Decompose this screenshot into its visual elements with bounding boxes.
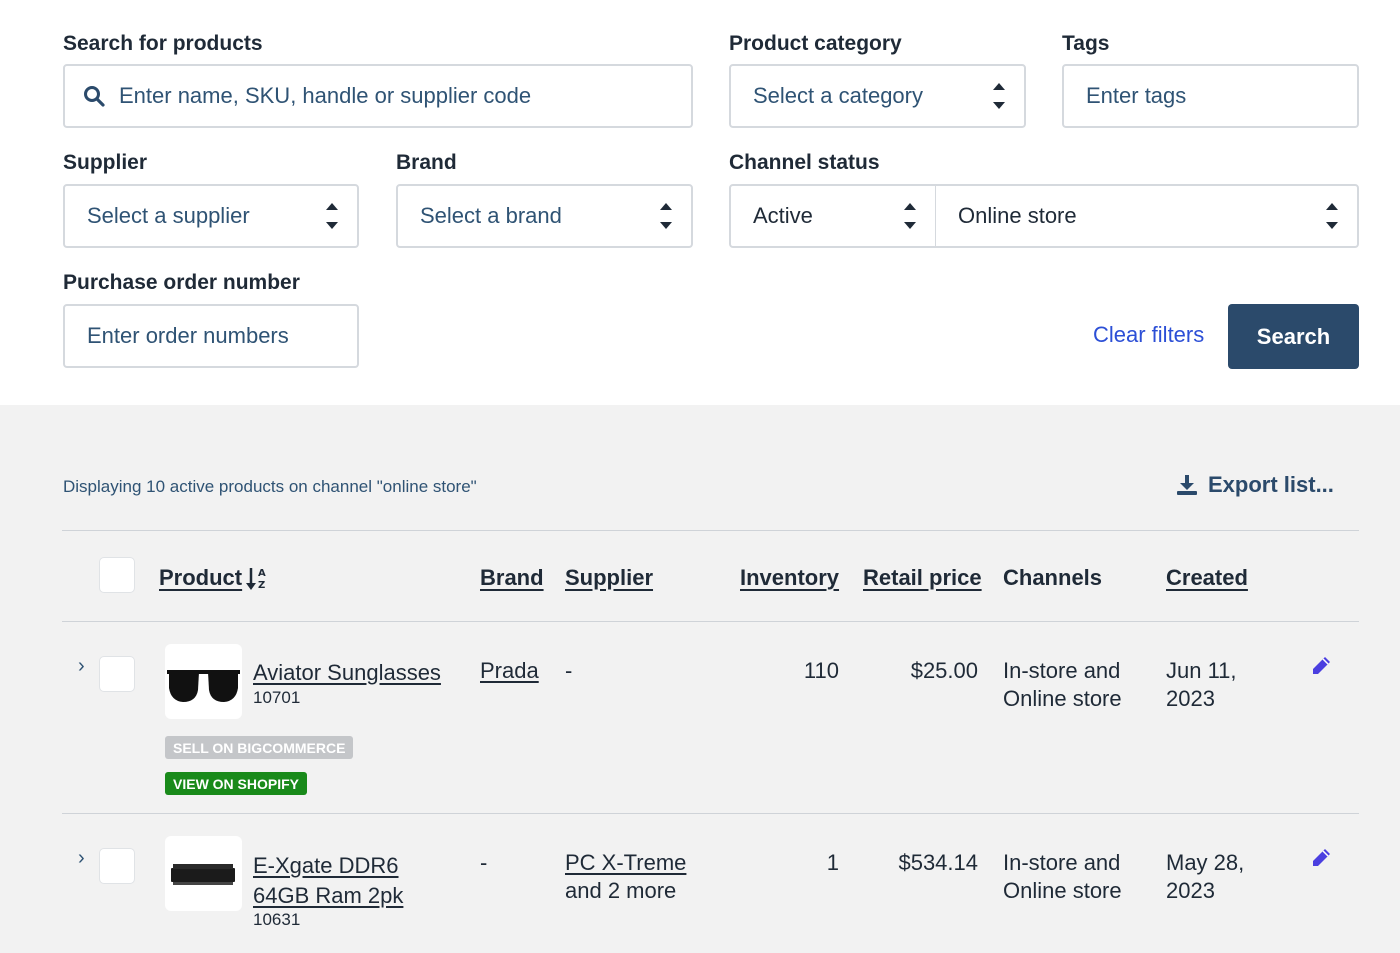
channel-select[interactable]: Online store xyxy=(935,184,1359,248)
product-thumbnail xyxy=(165,836,242,911)
clear-filters-link[interactable]: Clear filters xyxy=(1093,322,1204,348)
inventory-value: 110 xyxy=(803,658,839,683)
search-icon xyxy=(83,85,105,107)
sell-on-bigcommerce-badge[interactable]: SELL ON BIGCOMMERCE xyxy=(165,736,354,759)
edit-pencil-icon[interactable] xyxy=(1310,847,1332,874)
product-sku: 10701 xyxy=(253,688,301,707)
divider xyxy=(62,813,1359,814)
tags-input[interactable]: Enter tags xyxy=(1062,64,1359,128)
select-all-checkbox[interactable] xyxy=(99,557,135,593)
column-header-supplier[interactable]: Supplier xyxy=(565,565,653,591)
row-checkbox[interactable] xyxy=(99,848,135,884)
purchase-order-label: Purchase order number xyxy=(63,271,300,294)
purchase-order-input[interactable]: Enter order numbers xyxy=(63,304,359,368)
divider xyxy=(62,621,1359,622)
supplier-label: Supplier xyxy=(63,151,148,174)
search-label: Search for products xyxy=(63,32,263,55)
brand-select[interactable]: Select a brand xyxy=(396,184,693,248)
sort-alpha-icon: A Z xyxy=(246,565,268,591)
row-checkbox[interactable] xyxy=(99,656,135,692)
select-stepper-icon xyxy=(659,201,673,231)
column-header-inventory[interactable]: Inventory xyxy=(740,565,839,591)
created-value: May 28, 2023 xyxy=(1166,850,1245,903)
retail-price-value: $534.14 xyxy=(898,850,978,875)
inventory-value: 1 xyxy=(826,850,839,875)
column-header-brand[interactable]: Brand xyxy=(480,565,544,591)
channel-value: Online store xyxy=(958,203,1077,228)
column-header-created[interactable]: Created xyxy=(1166,565,1248,591)
brand-label: Brand xyxy=(396,151,457,174)
product-sku: 10631 xyxy=(253,910,301,929)
channels-value: In-store and Online store xyxy=(1003,658,1122,711)
created-value: Jun 11, 2023 xyxy=(1166,658,1237,711)
edit-pencil-icon[interactable] xyxy=(1310,655,1332,682)
product-name-link[interactable]: E-Xgate DDR6 64GB Ram 2pk xyxy=(253,851,443,911)
product-name-link[interactable]: Aviator Sunglasses xyxy=(253,659,441,687)
select-stepper-icon xyxy=(1325,201,1339,231)
category-select[interactable]: Select a category xyxy=(729,64,1026,128)
column-header-product[interactable]: Product A Z xyxy=(159,565,268,591)
retail-price-value: $25.00 xyxy=(910,658,978,683)
supplier-select[interactable]: Select a supplier xyxy=(63,184,359,248)
select-stepper-icon xyxy=(903,201,917,231)
search-placeholder: Enter name, SKU, handle or supplier code xyxy=(119,83,532,108)
select-stepper-icon xyxy=(992,81,1006,111)
category-label: Product category xyxy=(729,32,902,55)
column-header-product-label: Product xyxy=(159,565,243,590)
brand-placeholder: Select a brand xyxy=(420,203,562,228)
download-icon xyxy=(1176,474,1198,496)
results-summary: Displaying 10 active products on channel… xyxy=(63,477,477,496)
search-input[interactable]: Enter name, SKU, handle or supplier code xyxy=(63,64,693,128)
svg-text:A: A xyxy=(258,568,266,579)
tags-placeholder: Enter tags xyxy=(1086,83,1187,108)
expand-row-chevron-icon[interactable]: › xyxy=(78,847,85,870)
svg-text:Z: Z xyxy=(258,580,265,591)
brand-value: - xyxy=(480,850,488,875)
status-value: Active xyxy=(753,203,813,228)
export-list-label: Export list... xyxy=(1208,472,1334,497)
supplier-link[interactable]: PC X-Treme xyxy=(565,849,686,877)
tags-label: Tags xyxy=(1062,32,1110,55)
view-on-shopify-badge[interactable]: VIEW ON SHOPIFY xyxy=(165,772,308,795)
export-list-button[interactable]: Export list... xyxy=(1176,472,1334,498)
product-thumbnail xyxy=(165,644,242,719)
divider xyxy=(62,530,1359,531)
brand-link[interactable]: Prada xyxy=(480,657,539,685)
supplier-placeholder: Select a supplier xyxy=(87,203,250,228)
search-button[interactable]: Search xyxy=(1228,304,1359,369)
channel-status-label: Channel status xyxy=(729,151,880,174)
expand-row-chevron-icon[interactable]: › xyxy=(78,655,85,678)
category-placeholder: Select a category xyxy=(753,83,923,108)
column-header-channels: Channels xyxy=(1003,565,1103,590)
status-select[interactable]: Active xyxy=(729,184,936,248)
column-header-retail-price[interactable]: Retail price xyxy=(863,565,982,591)
select-stepper-icon xyxy=(325,201,339,231)
purchase-order-placeholder: Enter order numbers xyxy=(87,323,289,348)
supplier-value: - xyxy=(565,658,573,683)
supplier-more: and 2 more xyxy=(565,878,677,903)
channels-value: In-store and Online store xyxy=(1003,850,1122,903)
